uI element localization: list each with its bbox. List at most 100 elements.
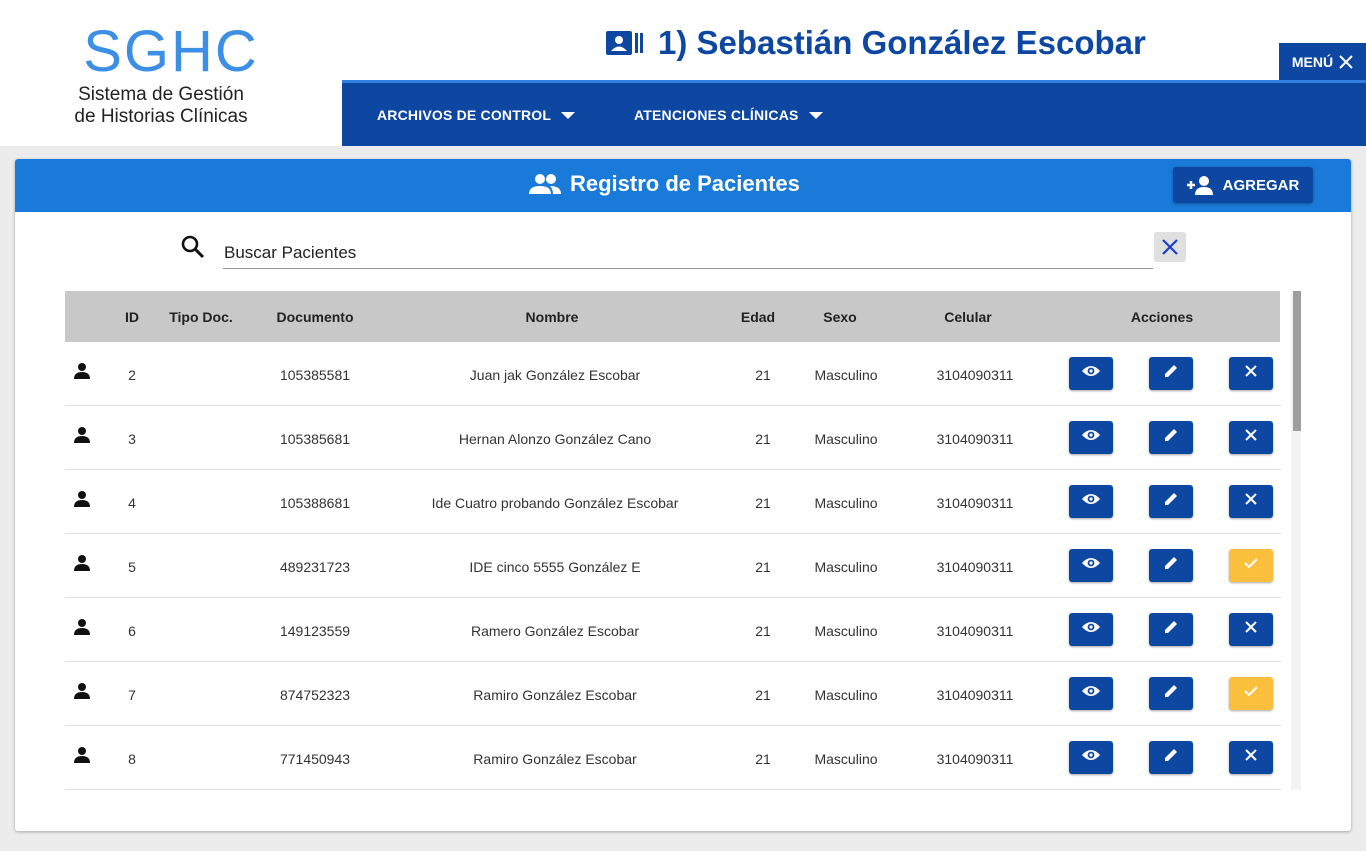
cell-documento: 105385581 xyxy=(279,367,351,383)
edit-button[interactable] xyxy=(1149,421,1193,454)
table-row: 3 105385681 Hernan Alonzo González Cano 21 M… xyxy=(65,406,1281,470)
person-add-icon xyxy=(1186,176,1213,195)
cell-edad: 21 xyxy=(755,559,771,575)
person-icon xyxy=(73,682,91,700)
cell-id: 4 xyxy=(128,495,136,511)
cell-sexo: Masculino xyxy=(814,431,878,447)
deactivate-button[interactable] xyxy=(1229,741,1273,774)
table-row: 5 489231723 IDE cinco 5555 González E 21 Mas… xyxy=(65,534,1281,598)
cell-id: 2 xyxy=(128,367,136,383)
cell-sexo: Masculino xyxy=(814,559,878,575)
cell-nombre: IDE cinco 5555 González E xyxy=(469,559,641,575)
activate-button[interactable] xyxy=(1229,677,1273,710)
caret-down-icon xyxy=(561,111,576,119)
pencil-icon xyxy=(1163,491,1179,512)
caret-down-icon xyxy=(808,111,823,119)
navbar: ARCHIVOS DE CONTROL ATENCIONES CLÍNICAS xyxy=(342,80,1366,146)
col-tipo-doc[interactable]: Tipo Doc. xyxy=(169,309,233,325)
edit-button[interactable] xyxy=(1149,485,1193,518)
edit-button[interactable] xyxy=(1149,549,1193,582)
cell-edad: 21 xyxy=(755,751,771,767)
cell-id: 6 xyxy=(128,623,136,639)
pencil-icon xyxy=(1163,427,1179,448)
col-sexo[interactable]: Sexo xyxy=(823,309,856,325)
cell-edad: 21 xyxy=(755,687,771,703)
table-row: 7 874752323 Ramiro González Escobar 21 Mascu… xyxy=(65,662,1281,726)
view-button[interactable] xyxy=(1069,357,1113,390)
person-icon xyxy=(73,554,91,572)
deactivate-button[interactable] xyxy=(1229,421,1273,454)
add-patient-button[interactable]: AGREGAR xyxy=(1173,167,1313,203)
nav-atenciones-clinicas[interactable]: ATENCIONES CLÍNICAS xyxy=(634,107,823,123)
group-icon xyxy=(529,174,561,194)
view-button[interactable] xyxy=(1069,549,1113,582)
eye-icon xyxy=(1081,428,1101,447)
nav-archivos-de-control[interactable]: ARCHIVOS DE CONTROL xyxy=(377,107,576,123)
person-icon xyxy=(73,618,91,636)
view-button[interactable] xyxy=(1069,613,1113,646)
table-row: 2 105385581 Juan jak González Escobar 21 Mas… xyxy=(65,342,1281,406)
table-row: 8 771450943 Ramiro González Escobar 21 Mascu… xyxy=(65,726,1281,790)
logo-subtitle-line1: Sistema de Gestión xyxy=(78,84,244,105)
clear-search-button[interactable] xyxy=(1154,232,1186,262)
close-icon xyxy=(1244,428,1258,447)
cell-edad: 21 xyxy=(755,495,771,511)
deactivate-button[interactable] xyxy=(1229,613,1273,646)
eye-icon xyxy=(1081,492,1101,511)
check-icon xyxy=(1243,684,1259,703)
view-button[interactable] xyxy=(1069,677,1113,710)
table-body: 2 105385581 Juan jak González Escobar 21 Mas… xyxy=(65,342,1281,790)
col-acciones: Acciones xyxy=(1130,309,1194,325)
col-documento[interactable]: Documento xyxy=(277,309,354,325)
current-user-label: 1) Sebastián González Escobar xyxy=(658,24,1146,61)
nav-item-label: ARCHIVOS DE CONTROL xyxy=(377,107,552,123)
view-button[interactable] xyxy=(1069,741,1113,774)
col-edad[interactable]: Edad xyxy=(741,309,775,325)
logo-title: SGHC xyxy=(83,19,259,84)
cell-sexo: Masculino xyxy=(814,751,878,767)
patients-card: Registro de Pacientes AGREGAR ID Tipo Do… xyxy=(15,159,1351,831)
close-icon xyxy=(1244,620,1258,639)
col-id[interactable]: ID xyxy=(125,309,139,325)
menu-button[interactable]: MENÚ xyxy=(1279,43,1366,80)
close-icon xyxy=(1244,492,1258,511)
deactivate-button[interactable] xyxy=(1229,357,1273,390)
cell-nombre: Ramiro González Escobar xyxy=(473,751,637,767)
activate-button[interactable] xyxy=(1229,549,1273,582)
pencil-icon xyxy=(1163,619,1179,640)
eye-icon xyxy=(1081,556,1101,575)
cell-nombre: Juan jak González Escobar xyxy=(469,367,641,383)
search-icon xyxy=(181,235,205,259)
edit-button[interactable] xyxy=(1149,741,1193,774)
person-icon xyxy=(73,426,91,444)
pencil-icon xyxy=(1163,747,1179,768)
cell-celular: 3104090311 xyxy=(936,559,1014,575)
header-gap xyxy=(1280,291,1290,342)
cell-id: 5 xyxy=(128,559,136,575)
search-input[interactable] xyxy=(223,237,1153,269)
eye-icon xyxy=(1081,620,1101,639)
eye-icon xyxy=(1081,364,1101,383)
edit-button[interactable] xyxy=(1149,613,1193,646)
col-celular[interactable]: Celular xyxy=(944,309,991,325)
col-nombre[interactable]: Nombre xyxy=(526,309,579,325)
cell-edad: 21 xyxy=(755,431,771,447)
close-icon xyxy=(1162,239,1178,255)
card-title: Registro de Pacientes xyxy=(528,171,800,197)
edit-button[interactable] xyxy=(1149,357,1193,390)
cell-celular: 3104090311 xyxy=(936,367,1014,383)
edit-button[interactable] xyxy=(1149,677,1193,710)
table-row: 4 105388681 Ide Cuatro probando González E… xyxy=(65,470,1281,534)
table-header: ID Tipo Doc. Documento Nombre Edad Sexo … xyxy=(65,291,1290,342)
cell-documento: 105388681 xyxy=(279,495,351,511)
table-scrollbar-thumb[interactable] xyxy=(1293,291,1301,431)
pencil-icon xyxy=(1163,555,1179,576)
deactivate-button[interactable] xyxy=(1229,485,1273,518)
view-button[interactable] xyxy=(1069,485,1113,518)
logo-subtitle-line2: de Historias Clínicas xyxy=(74,106,248,127)
cell-sexo: Masculino xyxy=(814,687,878,703)
view-button[interactable] xyxy=(1069,421,1113,454)
cell-documento: 874752323 xyxy=(279,687,351,703)
logo: SGHC Sistema de Gestión de Historias Clí… xyxy=(0,0,342,146)
cell-documento: 489231723 xyxy=(279,559,351,575)
